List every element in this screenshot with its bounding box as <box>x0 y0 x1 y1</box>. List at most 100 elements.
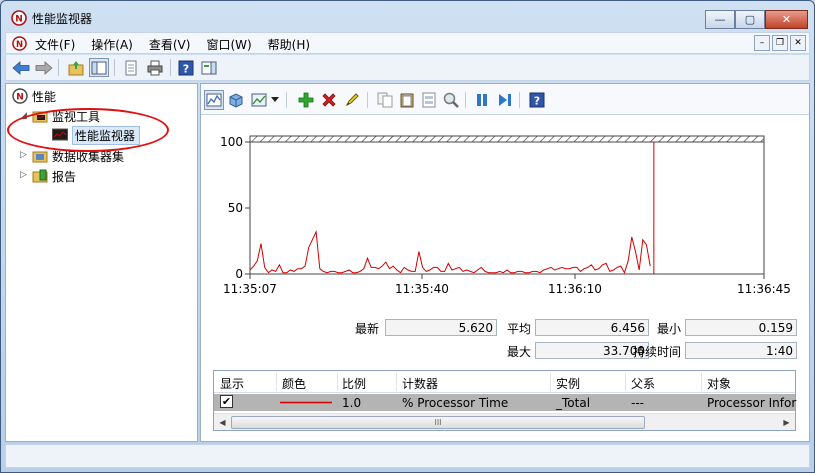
update-data-button[interactable] <box>495 90 515 110</box>
avg-value: 6.456 <box>535 319 649 336</box>
menu-window[interactable]: 窗口(W) <box>206 36 251 53</box>
maximize-button[interactable]: ▢ <box>735 10 765 29</box>
expand-triangle-icon[interactable]: ▷ <box>20 150 27 160</box>
properties-button[interactable] <box>121 58 141 77</box>
col-divider[interactable] <box>396 373 397 391</box>
svg-text:N: N <box>16 93 24 103</box>
tree-item-monitor-tools[interactable]: 监视工具 <box>32 107 100 125</box>
counter-parent: --- <box>631 396 644 410</box>
col-divider[interactable] <box>276 373 277 391</box>
expand-triangle-icon[interactable]: ▷ <box>20 170 27 180</box>
mdi-close-button[interactable]: ✕ <box>790 35 806 51</box>
copy-properties-button[interactable] <box>375 90 395 110</box>
collector-folder-icon <box>32 151 48 163</box>
printer-icon <box>147 60 163 75</box>
col-header-color[interactable]: 颜色 <box>282 375 306 392</box>
tree-label-reports: 报告 <box>52 169 77 184</box>
app-window: N 性能监视器 — ▢ ✕ N 文件(F) 操作(A) 查看(V) 窗口(W) … <box>0 0 815 473</box>
col-header-counter[interactable]: 计数器 <box>402 375 438 392</box>
col-header-parent[interactable]: 父系 <box>631 375 655 392</box>
col-divider[interactable] <box>701 373 702 391</box>
collapse-triangle-icon[interactable]: ◢ <box>20 111 27 121</box>
print-button[interactable] <box>145 58 165 77</box>
graph-type-button[interactable] <box>249 90 269 110</box>
main-toolbar: ? <box>5 55 810 81</box>
horizontal-scrollbar[interactable]: ◀ III ▶ <box>214 413 795 430</box>
duration-label: 持续时间 <box>632 345 681 359</box>
view-cube-icon <box>229 93 243 108</box>
scroll-thumb[interactable]: III <box>231 416 645 429</box>
title-bar: N 性能监视器 — ▢ ✕ <box>1 1 814 31</box>
perf-monitor-pane: ? 100 50 0 11:35:07 11:35:40 11:36:10 11:36:4… <box>200 83 810 442</box>
help-icon: ? <box>178 60 194 75</box>
show-hide-tree-button[interactable] <box>89 58 109 77</box>
performance-icon: N <box>12 88 28 104</box>
zoom-button[interactable] <box>441 90 461 110</box>
chart-image-icon <box>251 93 267 107</box>
freeze-display-button[interactable] <box>472 90 492 110</box>
col-divider[interactable] <box>625 373 626 391</box>
show-action-pane-button[interactable] <box>199 58 219 77</box>
mdi-minimize-button[interactable]: – <box>754 35 770 51</box>
y-tick-label: 100 <box>220 135 243 149</box>
magnifier-icon <box>443 92 459 108</box>
menu-file[interactable]: 文件(F) <box>35 36 75 53</box>
help-button[interactable]: ? <box>176 58 196 77</box>
mdi-controls: – ❐ ✕ <box>754 35 806 51</box>
add-counter-button[interactable] <box>296 90 316 110</box>
graph-type-dropdown[interactable] <box>269 90 281 110</box>
counter-scale: 1.0 <box>342 396 362 410</box>
document-icon <box>125 60 137 75</box>
y-axis: 100 50 0 <box>220 135 250 281</box>
col-divider[interactable] <box>550 373 551 391</box>
window-title: 性能监视器 <box>32 12 93 26</box>
scroll-right-icon[interactable]: ▶ <box>779 415 794 430</box>
col-header-scale[interactable]: 比例 <box>342 375 366 392</box>
col-divider[interactable] <box>337 373 338 391</box>
series-color-swatch <box>280 401 332 404</box>
x-axis: 11:35:07 11:35:40 11:36:10 11:36:45 <box>223 274 791 296</box>
svg-text:N: N <box>15 15 23 25</box>
perfmon-menu-icon[interactable]: N <box>12 36 27 51</box>
plot-top-band <box>249 135 765 143</box>
properties-button-2[interactable] <box>419 90 439 110</box>
counter-row[interactable]: ✔ 1.0 % Processor Time _Total --- Proces… <box>214 394 796 411</box>
col-header-show[interactable]: 显示 <box>220 375 244 392</box>
copy-icon <box>377 92 393 108</box>
duration-value: 1:40 <box>685 342 797 359</box>
show-checkbox[interactable]: ✔ <box>220 395 233 408</box>
menu-view[interactable]: 查看(V) <box>149 36 191 53</box>
delete-counter-button[interactable] <box>319 90 339 110</box>
up-folder-button[interactable] <box>66 58 86 77</box>
scroll-left-icon[interactable]: ◀ <box>215 415 230 430</box>
mdi-restore-button[interactable]: ❐ <box>772 35 788 51</box>
tree-item-data-collector-sets[interactable]: 数据收集器集 <box>32 147 124 165</box>
close-button[interactable]: ✕ <box>765 10 808 29</box>
menu-help[interactable]: 帮助(H) <box>268 36 310 53</box>
action-pane-icon <box>201 61 217 74</box>
highlighter-pen-icon <box>345 93 359 107</box>
tree-label-monitor-tools: 监视工具 <box>52 109 101 124</box>
change-view-button[interactable] <box>226 90 246 110</box>
performance-graph[interactable]: 100 50 0 11:35:07 11:35:40 11:36:10 11:36:45 <box>204 121 805 296</box>
minimize-button[interactable]: — <box>705 10 735 29</box>
graph-help-button[interactable]: ? <box>527 90 547 110</box>
menu-action[interactable]: 操作(A) <box>91 36 133 53</box>
properties-sheet-icon <box>422 92 436 108</box>
menu-bar: N 文件(F) 操作(A) 查看(V) 窗口(W) 帮助(H) – ❐ ✕ <box>5 32 810 54</box>
tree-item-perf-monitor[interactable]: 性能监视器 <box>52 125 141 145</box>
x-tick-label: 11:35:07 <box>223 282 277 294</box>
tree-item-reports[interactable]: 报告 <box>32 167 76 185</box>
latest-label: 最新 <box>354 322 379 336</box>
paste-counter-list-button[interactable] <box>397 90 417 110</box>
toolbar-separator <box>286 92 287 108</box>
back-button[interactable] <box>11 58 31 77</box>
toolbar-separator <box>114 59 115 76</box>
col-header-instance[interactable]: 实例 <box>556 375 580 392</box>
x-tick-label: 11:36:10 <box>548 282 602 294</box>
col-header-object[interactable]: 对象 <box>707 375 731 392</box>
view-graph-button[interactable] <box>204 90 224 110</box>
highlight-button[interactable] <box>342 90 362 110</box>
tree-item-performance[interactable]: N 性能 <box>12 87 56 105</box>
forward-button[interactable] <box>34 58 54 77</box>
